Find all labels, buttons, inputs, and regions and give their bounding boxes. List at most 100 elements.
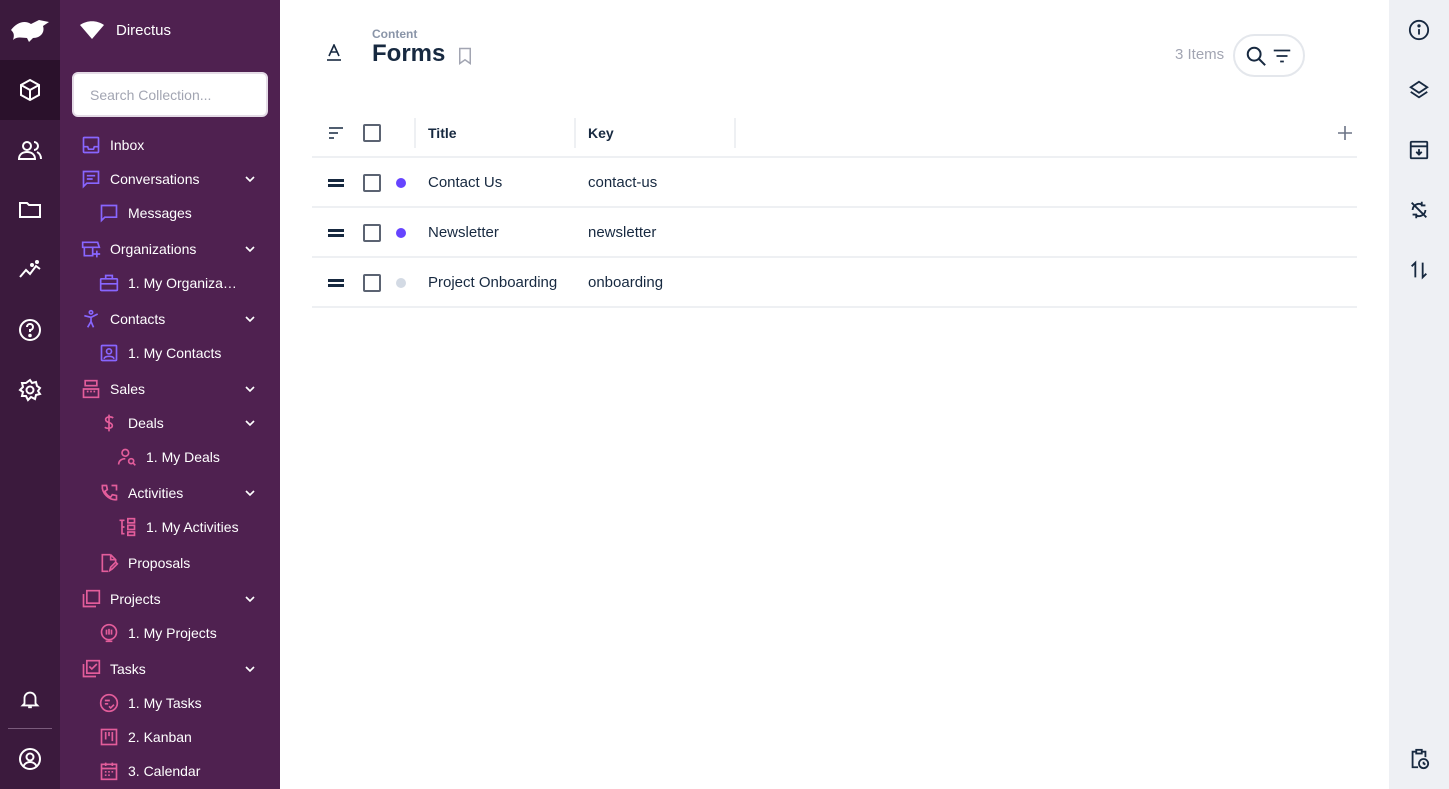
checkbox-icon — [80, 658, 102, 680]
search-icon[interactable] — [1245, 45, 1267, 67]
cell-title: Contact Us — [428, 174, 503, 191]
nav-item-calendar[interactable]: 3. Calendar — [60, 754, 280, 788]
filter-icon[interactable] — [1271, 45, 1293, 67]
nav-label: Activities — [128, 485, 184, 501]
person-search-icon — [116, 446, 138, 468]
column-header-title[interactable]: Title — [428, 125, 457, 141]
briefcase-icon — [98, 272, 120, 294]
nav-item-sales[interactable]: Sales — [60, 372, 280, 406]
row-checkbox[interactable] — [363, 274, 381, 292]
nav-item-proposals[interactable]: Proposals — [60, 546, 280, 580]
chat-icon — [80, 168, 102, 190]
collection-search-input[interactable] — [72, 72, 268, 117]
module-bar — [0, 0, 60, 789]
nav-item-projects[interactable]: Projects — [60, 582, 280, 616]
bookmark-icon[interactable] — [456, 46, 474, 66]
account-icon[interactable] — [0, 729, 60, 789]
chevron-down-icon[interactable] — [242, 591, 258, 607]
select-all-checkbox[interactable] — [363, 124, 381, 142]
import-export-icon[interactable] — [1389, 240, 1449, 300]
no-sync-icon[interactable] — [1389, 180, 1449, 240]
chevron-down-icon[interactable] — [242, 241, 258, 257]
table-row[interactable]: Contact Us contact-us — [312, 158, 1357, 208]
nav-item-my-projects[interactable]: 1. My Projects — [60, 616, 280, 650]
items-table: Title Key Contact Us contact-us Newslett… — [312, 108, 1357, 308]
nav-label: 1. My Activities — [146, 519, 239, 535]
cell-key: contact-us — [588, 174, 658, 191]
dollar-icon — [98, 412, 120, 434]
nav-item-deals[interactable]: Deals — [60, 406, 280, 440]
nav-item-messages[interactable]: Messages — [60, 196, 280, 230]
users-icon[interactable] — [0, 120, 60, 180]
nav-item-organizations[interactable]: Organizations — [60, 232, 280, 266]
files-icon[interactable] — [0, 180, 60, 240]
drag-handle-icon[interactable] — [328, 179, 344, 187]
nav-item-contacts[interactable]: Contacts — [60, 302, 280, 336]
clipboard-clock-icon[interactable] — [1389, 729, 1449, 789]
nav-item-activities[interactable]: Activities — [60, 476, 280, 510]
chevron-down-icon[interactable] — [242, 381, 258, 397]
library-icon — [80, 588, 102, 610]
nav-item-my-deals[interactable]: 1. My Deals — [60, 440, 280, 474]
inbox-icon — [80, 134, 102, 156]
project-switcher[interactable]: Directus — [60, 0, 280, 60]
breadcrumb[interactable]: Content — [372, 27, 417, 41]
nav-label: 3. Calendar — [128, 763, 201, 779]
add-field-icon[interactable] — [1337, 125, 1353, 141]
nav-item-kanban[interactable]: 2. Kanban — [60, 720, 280, 754]
search-filter-pill[interactable] — [1233, 34, 1305, 77]
calendar-icon — [98, 760, 120, 782]
row-checkbox[interactable] — [363, 174, 381, 192]
edit-document-icon — [98, 552, 120, 574]
nav-item-my-contacts[interactable]: 1. My Contacts — [60, 336, 280, 370]
column-header-key[interactable]: Key — [588, 125, 614, 141]
column-divider[interactable] — [734, 118, 736, 148]
wifi-icon — [80, 21, 104, 39]
message-icon — [98, 202, 120, 224]
status-dot — [396, 228, 406, 238]
help-icon[interactable] — [0, 300, 60, 360]
info-icon[interactable] — [1389, 0, 1449, 60]
nav-label: 1. My Contacts — [128, 345, 222, 361]
chevron-down-icon[interactable] — [242, 311, 258, 327]
chevron-down-icon[interactable] — [242, 485, 258, 501]
chevron-down-icon[interactable] — [242, 661, 258, 677]
nav-label: Proposals — [128, 555, 191, 571]
directus-logo-icon[interactable] — [0, 0, 60, 60]
nav-item-tasks[interactable]: Tasks — [60, 652, 280, 686]
person-icon — [80, 308, 102, 330]
nav-label: 1. My Organiza… — [128, 275, 237, 291]
chevron-down-icon[interactable] — [242, 415, 258, 431]
row-checkbox[interactable] — [363, 224, 381, 242]
nav-label: Contacts — [110, 311, 166, 327]
chevron-down-icon[interactable] — [242, 171, 258, 187]
notifications-icon[interactable] — [0, 669, 60, 729]
nav-item-my-organizations[interactable]: 1. My Organiza… — [60, 266, 280, 300]
text-format-icon — [327, 44, 341, 61]
nav-label: Organizations — [110, 241, 197, 257]
nav-label: Projects — [110, 591, 161, 607]
navigation-sidebar: Directus Inbox Conversations Messages Or… — [60, 0, 280, 789]
status-dot — [396, 278, 406, 288]
archive-icon[interactable] — [1389, 120, 1449, 180]
items-count: 3 Items — [1175, 46, 1225, 63]
nav-item-my-tasks[interactable]: 1. My Tasks — [60, 686, 280, 720]
drag-handle-icon[interactable] — [328, 279, 344, 287]
sort-icon[interactable] — [328, 126, 344, 140]
table-row[interactable]: Project Onboarding onboarding — [312, 258, 1357, 308]
tree-icon — [116, 516, 138, 538]
nav-label: 1. My Projects — [128, 625, 217, 641]
nav-item-conversations[interactable]: Conversations — [60, 162, 280, 196]
layers-icon[interactable] — [1389, 60, 1449, 120]
content-module-icon[interactable] — [0, 60, 60, 120]
task-list-icon — [98, 692, 120, 714]
nav-item-inbox[interactable]: Inbox — [60, 128, 280, 162]
nav-label: Messages — [128, 205, 192, 221]
settings-icon[interactable] — [0, 360, 60, 420]
nav-label: 2. Kanban — [128, 729, 192, 745]
drag-handle-icon[interactable] — [328, 229, 344, 237]
insights-icon[interactable] — [0, 240, 60, 300]
nav-item-my-activities[interactable]: 1. My Activities — [60, 510, 280, 544]
table-row[interactable]: Newsletter newsletter — [312, 208, 1357, 258]
column-divider[interactable] — [574, 118, 576, 148]
